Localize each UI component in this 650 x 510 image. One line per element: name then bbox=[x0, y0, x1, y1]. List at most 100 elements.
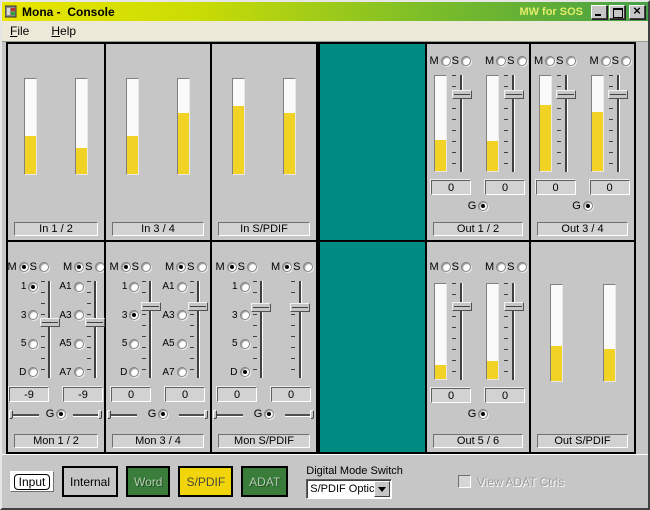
source-radio[interactable] bbox=[28, 367, 39, 378]
clock-button-input[interactable]: Input bbox=[10, 471, 54, 492]
pan-slider[interactable] bbox=[213, 409, 244, 419]
chevron-down-icon[interactable] bbox=[374, 480, 391, 497]
source-radio[interactable] bbox=[73, 338, 84, 349]
source-radio[interactable] bbox=[129, 367, 140, 378]
solo-radio[interactable] bbox=[39, 262, 49, 272]
volume-fader[interactable] bbox=[140, 281, 161, 378]
fader-thumb[interactable] bbox=[39, 317, 60, 327]
gang-radio[interactable] bbox=[56, 409, 67, 419]
volume-fader[interactable] bbox=[85, 281, 106, 378]
source-radio[interactable] bbox=[73, 367, 84, 378]
pan-thumb[interactable] bbox=[98, 409, 103, 419]
mute-label: M bbox=[63, 261, 73, 273]
gang-radio[interactable] bbox=[264, 409, 275, 419]
volume-fader[interactable] bbox=[39, 281, 60, 378]
volume-fader[interactable] bbox=[503, 283, 524, 380]
source-radio[interactable] bbox=[239, 281, 250, 292]
clock-button-internal[interactable]: Internal bbox=[62, 466, 119, 497]
mute-radio[interactable] bbox=[545, 56, 556, 66]
gang-radio[interactable] bbox=[478, 201, 489, 211]
maximize-button[interactable] bbox=[609, 4, 625, 19]
clock-button-word[interactable]: Word bbox=[126, 466, 171, 497]
mute-radio[interactable] bbox=[74, 262, 85, 272]
volume-fader[interactable] bbox=[251, 281, 271, 378]
fader-thumb[interactable] bbox=[451, 89, 472, 99]
solo-radio[interactable] bbox=[141, 262, 151, 272]
solo-radio[interactable] bbox=[516, 262, 527, 272]
gang-radio[interactable] bbox=[582, 201, 593, 211]
pan-thumb[interactable] bbox=[309, 409, 314, 419]
source-radio[interactable] bbox=[28, 310, 39, 321]
source-radio[interactable] bbox=[176, 367, 187, 378]
menu-file[interactable]: File bbox=[10, 24, 29, 38]
source-radio[interactable] bbox=[176, 281, 187, 292]
fader-thumb[interactable] bbox=[85, 317, 106, 327]
fader-thumb[interactable] bbox=[140, 302, 161, 312]
solo-radio[interactable] bbox=[461, 262, 471, 272]
volume-fader[interactable] bbox=[451, 283, 472, 380]
pan-slider[interactable] bbox=[8, 409, 39, 419]
mute-radio[interactable] bbox=[440, 262, 451, 272]
fader-thumb[interactable] bbox=[188, 302, 209, 312]
mute-radio[interactable] bbox=[600, 56, 611, 66]
clock-button-spdif[interactable]: S/PDIF bbox=[178, 466, 234, 497]
source-radio[interactable] bbox=[129, 281, 140, 292]
source-label: 3 bbox=[20, 309, 27, 321]
solo-radio[interactable] bbox=[621, 56, 632, 66]
pan-thumb[interactable] bbox=[203, 409, 208, 419]
fader-thumb[interactable] bbox=[503, 302, 524, 312]
mute-radio[interactable] bbox=[496, 56, 507, 66]
solo-radio[interactable] bbox=[302, 262, 313, 272]
pan-slider[interactable] bbox=[73, 409, 103, 419]
source-radio[interactable] bbox=[176, 338, 187, 349]
source-radio[interactable] bbox=[176, 310, 187, 321]
mute-radio[interactable] bbox=[176, 262, 187, 272]
minimize-button[interactable] bbox=[591, 4, 607, 19]
view-adat-checkbox[interactable] bbox=[457, 475, 471, 488]
source-radio[interactable] bbox=[129, 310, 140, 321]
source-radio[interactable] bbox=[239, 338, 250, 349]
solo-radio[interactable] bbox=[516, 56, 527, 66]
pan-slider[interactable] bbox=[107, 409, 138, 419]
solo-radio[interactable] bbox=[247, 262, 257, 272]
fader-thumb[interactable] bbox=[503, 89, 524, 99]
volume-fader[interactable] bbox=[608, 75, 628, 172]
pan-slider[interactable] bbox=[178, 409, 208, 419]
volume-fader[interactable] bbox=[188, 281, 209, 378]
source-radio[interactable] bbox=[239, 367, 250, 378]
pan-thumb[interactable] bbox=[213, 409, 218, 419]
fader-thumb[interactable] bbox=[451, 302, 472, 312]
source-radio[interactable] bbox=[28, 281, 39, 292]
mute-radio[interactable] bbox=[120, 262, 131, 272]
menu-help[interactable]: Help bbox=[51, 24, 76, 38]
gang-radio[interactable] bbox=[158, 409, 169, 419]
source-radio[interactable] bbox=[28, 338, 39, 349]
mute-radio[interactable] bbox=[282, 262, 293, 272]
clock-button-adat[interactable]: ADAT bbox=[241, 466, 289, 497]
source-radio[interactable] bbox=[73, 310, 84, 321]
pan-thumb[interactable] bbox=[107, 409, 112, 419]
source-radio[interactable] bbox=[129, 338, 140, 349]
fader-thumb[interactable] bbox=[290, 303, 310, 313]
source-radio[interactable] bbox=[73, 281, 84, 292]
volume-fader[interactable] bbox=[451, 75, 472, 172]
source-radio[interactable] bbox=[239, 310, 250, 321]
volume-fader[interactable] bbox=[556, 75, 576, 172]
mute-radio[interactable] bbox=[440, 56, 451, 66]
solo-radio[interactable] bbox=[565, 56, 576, 66]
solo-radio[interactable] bbox=[461, 56, 471, 66]
mute-radio[interactable] bbox=[18, 262, 29, 272]
pan-thumb[interactable] bbox=[8, 409, 13, 419]
close-button[interactable] bbox=[629, 4, 645, 19]
mute-radio[interactable] bbox=[226, 262, 237, 272]
fader-thumb[interactable] bbox=[251, 303, 271, 313]
mute-radio[interactable] bbox=[496, 262, 507, 272]
volume-fader[interactable] bbox=[503, 75, 524, 172]
gang-radio[interactable] bbox=[478, 409, 489, 419]
solo-radio[interactable] bbox=[196, 262, 207, 272]
pan-slider[interactable] bbox=[284, 409, 314, 419]
fader-thumb[interactable] bbox=[556, 89, 576, 99]
volume-fader[interactable] bbox=[290, 281, 310, 378]
fader-thumb[interactable] bbox=[608, 89, 628, 99]
digital-mode-dropdown[interactable]: S/PDIF Optical bbox=[306, 478, 393, 499]
